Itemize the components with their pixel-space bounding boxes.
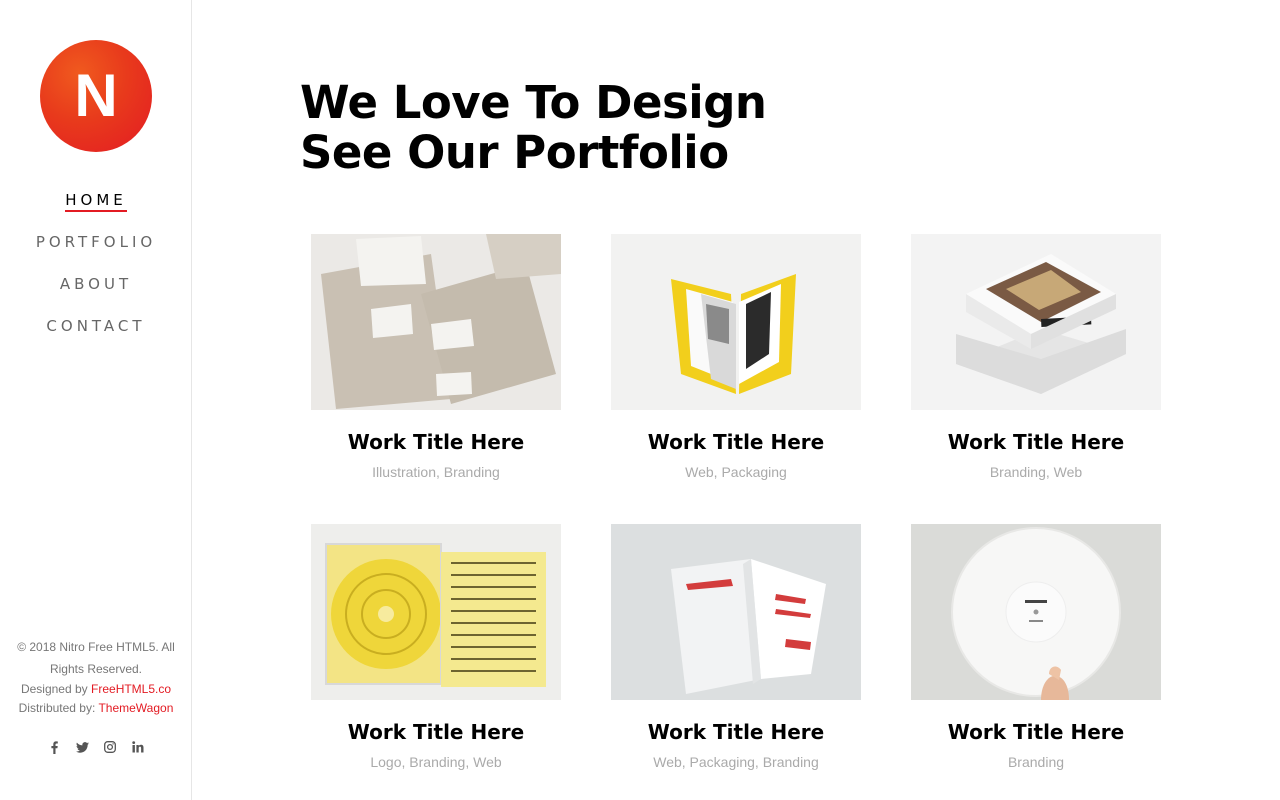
nav-item-portfolio[interactable]: PORTFOLIO xyxy=(0,228,192,270)
headline-line-1: We Love To Design xyxy=(300,76,767,129)
work-thumbnail[interactable] xyxy=(311,234,561,410)
copyright-text: © 2018 Nitro Free HTML5. All Rights Rese… xyxy=(17,640,175,676)
distributed-by: Distributed by: ThemeWagon xyxy=(18,701,174,715)
social-links xyxy=(0,738,192,756)
portfolio-card: Work Title Here Branding xyxy=(911,524,1161,771)
work-title[interactable]: Work Title Here xyxy=(611,430,861,454)
facebook-icon[interactable] xyxy=(47,738,61,756)
work-tags: Illustration, Branding xyxy=(372,464,500,480)
portfolio-card: Work Title Here Illustration, Branding xyxy=(311,234,561,481)
work-title[interactable]: Work Title Here xyxy=(911,430,1161,454)
freehtml5-link[interactable]: FreeHTML5.co xyxy=(91,682,171,696)
work-title[interactable]: Work Title Here xyxy=(311,430,561,454)
work-tags: Web, Packaging, Branding xyxy=(653,754,819,770)
work-thumbnail[interactable] xyxy=(911,524,1161,700)
headline-line-2: See Our Portfolio xyxy=(300,126,729,179)
main-content: We Love To Design See Our Portfolio Work… xyxy=(192,0,1280,800)
nav-item-home[interactable]: HOME xyxy=(0,186,192,228)
work-thumbnail[interactable] xyxy=(611,234,861,410)
nav-item-contact[interactable]: CONTACT xyxy=(0,312,192,354)
designed-by: Designed by FreeHTML5.co xyxy=(20,682,172,696)
sidebar-footer: © 2018 Nitro Free HTML5. All Rights Rese… xyxy=(0,636,192,718)
linkedin-icon[interactable] xyxy=(131,738,145,756)
portfolio-card: Work Title Here Logo, Branding, Web xyxy=(311,524,561,771)
main-nav: HOME PORTFOLIO ABOUT CONTACT xyxy=(0,186,192,354)
work-tags: Web, Packaging xyxy=(685,464,787,480)
twitter-icon[interactable] xyxy=(75,738,89,756)
work-tags: Branding xyxy=(1007,754,1065,770)
portfolio-card: Work Title Here Web, Packaging xyxy=(611,234,861,481)
site-logo[interactable]: N xyxy=(40,40,152,152)
portfolio-card: Work Title Here Web, Packaging, Branding xyxy=(611,524,861,771)
work-tags: Logo, Branding, Web xyxy=(370,754,502,770)
work-tags: Branding, Web xyxy=(989,464,1083,480)
logo-letter: N xyxy=(74,62,118,129)
sidebar: N HOME PORTFOLIO ABOUT CONTACT © 2018 Ni… xyxy=(0,0,192,800)
instagram-icon[interactable] xyxy=(103,738,117,756)
work-thumbnail[interactable] xyxy=(611,524,861,700)
work-thumbnail[interactable] xyxy=(911,234,1161,410)
nav-item-about[interactable]: ABOUT xyxy=(0,270,192,312)
work-thumbnail[interactable] xyxy=(311,524,561,700)
work-title[interactable]: Work Title Here xyxy=(311,720,561,744)
themewagon-link[interactable]: ThemeWagon xyxy=(98,701,173,715)
work-title[interactable]: Work Title Here xyxy=(611,720,861,744)
page-headline: We Love To Design See Our Portfolio xyxy=(300,76,767,179)
portfolio-card: Work Title Here Branding, Web xyxy=(911,234,1161,481)
work-title[interactable]: Work Title Here xyxy=(911,720,1161,744)
